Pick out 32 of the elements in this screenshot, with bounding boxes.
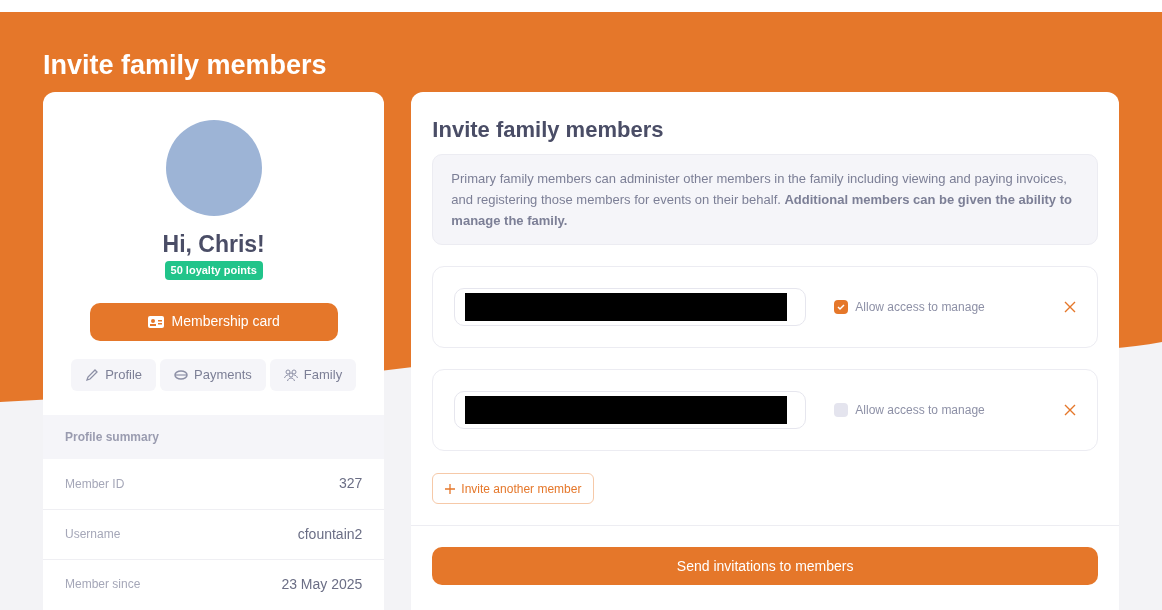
coin-icon [174,367,189,382]
plus-icon [445,483,456,494]
close-icon[interactable] [1064,404,1076,416]
close-icon[interactable] [1064,301,1076,313]
email-field[interactable] [454,288,807,326]
field-value: 327 [339,474,363,493]
checkbox-label: Allow access to manage [855,299,985,316]
field-label: Username [65,526,121,543]
send-invitations-button[interactable]: Send invitations to members [432,547,1098,585]
pencil-icon [85,367,100,382]
checkbox-label: Allow access to manage [855,402,985,419]
id-card-icon [147,315,164,328]
profile-tab[interactable]: Profile [71,358,157,391]
checkbox[interactable] [834,403,849,417]
field-value: cfountain2 [297,524,363,544]
profile-tab[interactable]: Family [269,358,357,391]
field-label: Member ID [65,475,125,493]
membership-card-button[interactable]: Membership card [89,302,338,341]
profile-tab[interactable]: Payments [160,358,266,391]
field-label: Member since [65,576,141,593]
checkbox[interactable] [834,300,849,314]
field-value: 23 May 2025 [281,574,363,594]
email-field[interactable] [454,391,807,429]
greeting: Hi, Chris! [162,230,265,258]
people-icon [283,367,298,382]
card-title: Invite family members [431,116,665,144]
info-text: Primary family members can administer other members in the family including viewing and paying invoices, and registering those members for events on their behalf. Additional members can be given the ability to manage the family. [432,154,1098,245]
page-title: Invite family members [43,49,327,82]
section-header: Profile summary [43,414,385,459]
check-icon [837,303,846,311]
loyalty-points-badge: 50 loyalty points [164,261,263,280]
invite-another-member-button[interactable]: Invite another member [432,473,595,504]
